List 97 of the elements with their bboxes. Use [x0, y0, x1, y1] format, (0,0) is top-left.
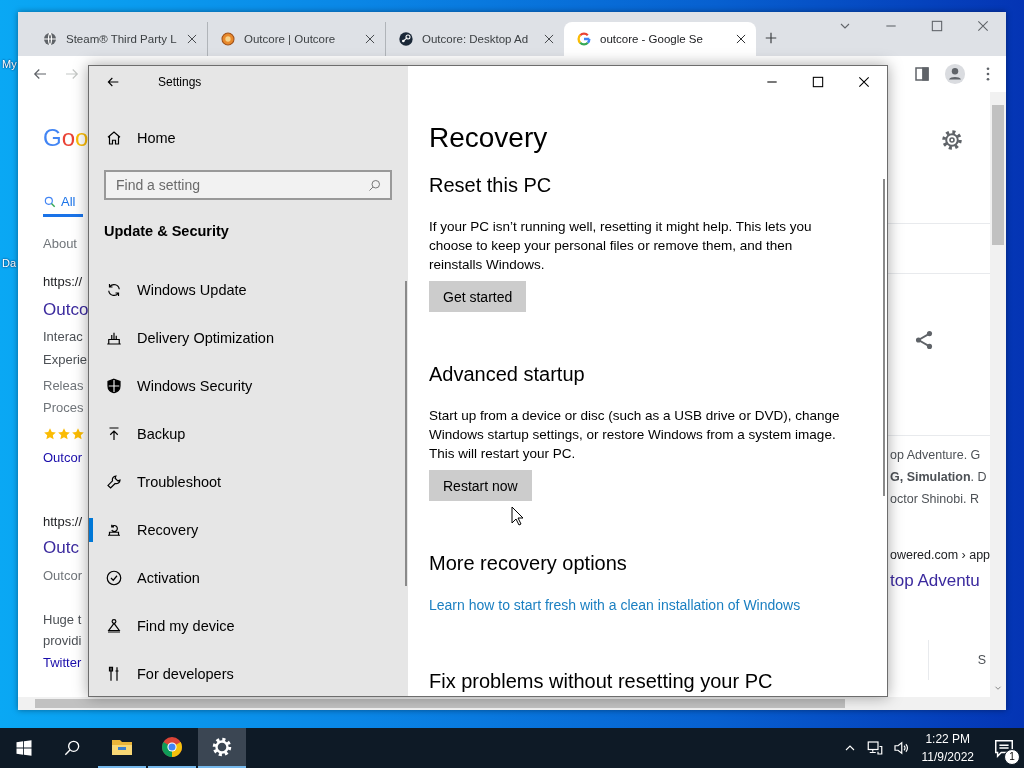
- nav-item-label: For developers: [137, 666, 234, 682]
- sync-icon: [105, 281, 123, 299]
- close-icon[interactable]: [542, 32, 556, 46]
- globe-icon: [42, 31, 58, 47]
- result-snippet: Interac: [43, 328, 84, 346]
- star-icon: [43, 427, 57, 441]
- clock-time[interactable]: 1:22 PM: [925, 730, 971, 748]
- result-url: https://: [43, 273, 84, 291]
- settings-icon[interactable]: [940, 128, 964, 152]
- ring-logo-icon: [576, 31, 592, 47]
- person-icon: [105, 617, 123, 635]
- profile-icon[interactable]: [944, 63, 966, 85]
- scrollbar[interactable]: [405, 281, 407, 586]
- result-title-link[interactable]: Outco: [43, 298, 88, 322]
- nav-item-label: Delivery Optimization: [137, 330, 274, 346]
- action-button[interactable]: Get started: [429, 281, 527, 312]
- nav-item[interactable]: Activation: [89, 554, 408, 602]
- nav-item-label: Find my device: [137, 618, 235, 634]
- mouse-cursor-icon: [511, 506, 524, 526]
- result-link[interactable]: Twitter: [43, 653, 88, 673]
- result-text: About: [43, 235, 78, 253]
- search-logo: Goo: [43, 123, 88, 153]
- search-icon[interactable]: [62, 738, 82, 758]
- selection-bar: [89, 518, 93, 542]
- help-link[interactable]: Learn how to start fresh with a clean installation of Windows: [429, 595, 801, 615]
- notification-badge: 1: [1004, 749, 1020, 765]
- home-icon: [105, 129, 123, 147]
- clock-date[interactable]: 11/9/2022: [921, 748, 974, 766]
- nav-item[interactable]: Windows Update: [89, 266, 408, 314]
- action-button[interactable]: Restart now: [429, 470, 532, 501]
- nav-item-label: Troubleshoot: [137, 474, 222, 490]
- search-field[interactable]: Find a setting: [104, 170, 392, 200]
- close-icon[interactable]: [363, 32, 377, 46]
- home-link[interactable]: Home: [89, 118, 408, 158]
- result-snippet: providi: [43, 632, 83, 650]
- result-text: Proces: [43, 399, 85, 417]
- result-snippet: Experie: [43, 351, 88, 369]
- scrollbar[interactable]: [883, 179, 885, 496]
- result-text: Releas: [43, 377, 85, 395]
- round-logo-icon: [160, 735, 184, 759]
- gear-icon: [210, 735, 234, 759]
- star-icon: [71, 427, 85, 441]
- search-tab[interactable]: All: [43, 189, 83, 217]
- nav-item-label: Activation: [137, 570, 200, 586]
- star-icon: [57, 427, 71, 441]
- description-text: If your PC isn’t running well, resetting it might help. This lets you choose to keep your personal files or remove them, and then reinstalls Windows.: [429, 218, 813, 274]
- close-icon[interactable]: [734, 32, 748, 46]
- result-url: owered.com › app: [890, 547, 990, 564]
- window-title: Settings: [158, 74, 202, 89]
- section-heading: Advanced startup: [429, 362, 586, 387]
- section-heading: More recovery options: [429, 551, 628, 576]
- page-title: Recovery: [429, 121, 549, 155]
- checkmark-circle-icon: [105, 569, 123, 587]
- nav-item[interactable]: For developers: [89, 650, 408, 696]
- result-snippet: S: [977, 652, 986, 669]
- browser-tab[interactable]: Outcore: Desktop Ad: [386, 22, 564, 56]
- nav-item-label: Recovery: [137, 522, 199, 538]
- nav-item-label: Windows Security: [137, 378, 253, 394]
- scrollbar-thumb[interactable]: [992, 105, 1004, 245]
- result-snippet: op Adventure. G: [890, 447, 982, 464]
- scrollbar[interactable]: [18, 697, 1006, 710]
- share-icon[interactable]: [913, 329, 935, 351]
- scrollbar[interactable]: [990, 92, 1006, 697]
- section-heading: Update & Security: [104, 222, 230, 241]
- result-link[interactable]: Outcor: [43, 448, 88, 468]
- nav-item[interactable]: Backup: [89, 410, 408, 458]
- network-icon[interactable]: [865, 739, 884, 757]
- nav-item[interactable]: Windows Security: [89, 362, 408, 410]
- search-icon: [43, 194, 57, 209]
- disc-icon: [398, 31, 414, 47]
- result-title-link[interactable]: Outc: [43, 536, 88, 560]
- section-heading: Fix problems without resetting your PC: [429, 669, 774, 694]
- nav-item[interactable]: Find my device: [89, 602, 408, 650]
- volume-icon[interactable]: [891, 739, 910, 757]
- search-icon: [367, 178, 382, 193]
- result-text: Outcor: [43, 567, 83, 585]
- nav-item[interactable]: Troubleshoot: [89, 458, 408, 506]
- result-snippet: Huge t: [43, 611, 83, 629]
- start-icon[interactable]: [14, 738, 34, 758]
- nav-item[interactable]: Delivery Optimization: [89, 314, 408, 362]
- shield-icon: [105, 377, 123, 395]
- result-title-link[interactable]: top Adventu: [890, 569, 990, 593]
- round-emblem-icon: [220, 31, 236, 47]
- scrollbar-thumb[interactable]: [35, 699, 845, 708]
- browser-tab[interactable]: outcore - Google Se: [564, 22, 756, 56]
- section-heading: Reset this PC: [429, 173, 553, 198]
- nav-item-label: Windows Update: [137, 282, 247, 298]
- wrench-icon: [105, 473, 123, 491]
- nav-item-label: Backup: [137, 426, 186, 442]
- result-url: https://: [43, 513, 84, 531]
- close-icon[interactable]: [185, 32, 199, 46]
- taskbar-app[interactable]: [198, 728, 246, 768]
- description-text: Start up from a device or disc (such as a USB drive or DVD), change Windows startup settings, or restore Windows from a system image. This will restart your PC.: [429, 407, 841, 463]
- notification-icon[interactable]: [993, 737, 1015, 759]
- result-snippet: G, Simulation. D: [890, 469, 988, 486]
- result-snippet: octor Shinobi. R: [890, 491, 980, 508]
- side-panel-icon[interactable]: [913, 65, 931, 83]
